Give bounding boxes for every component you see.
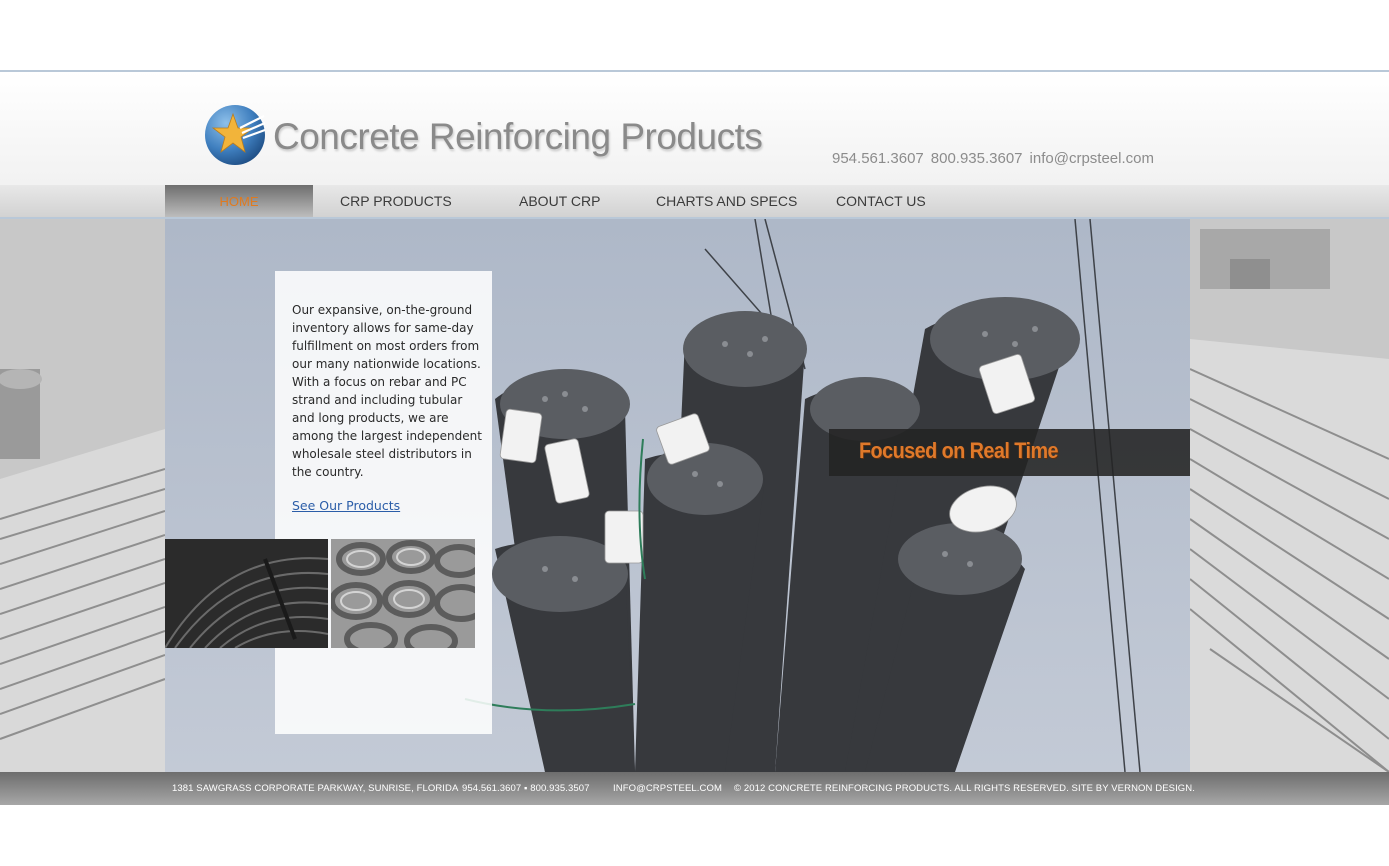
nav-charts-and-specs[interactable]: CHARTS AND SPECS: [656, 185, 797, 217]
nav-home[interactable]: HOME: [165, 185, 313, 217]
nav-contact-us[interactable]: CONTACT US: [836, 185, 926, 217]
header-email-link[interactable]: info@crpsteel.com: [1030, 150, 1154, 167]
intro-text: Our expansive, on-the-ground inventory a…: [292, 303, 482, 479]
footer-phones: 954.561.3607 ▪ 800.935.3507: [462, 783, 590, 794]
nav-about-crp[interactable]: ABOUT CRP: [519, 185, 600, 217]
site-footer: 1381 SAWGRASS CORPORATE PARKWAY, SUNRISE…: [0, 772, 1389, 805]
main-nav: HOME CRP PRODUCTS ABOUT CRP CHARTS AND S…: [0, 185, 1389, 219]
bottom-whitespace: [0, 805, 1389, 866]
header-phone-2: 800.935.3607: [930, 150, 1023, 167]
footer-address: 1381 SAWGRASS CORPORATE PARKWAY, SUNRISE…: [172, 783, 459, 794]
rebar-background-right-image: [1190, 219, 1389, 772]
nav-crp-products[interactable]: CRP PRODUCTS: [340, 185, 452, 217]
focus-banner: Focused on Real Time: [829, 429, 1190, 476]
brand-title: Concrete Reinforcing Products: [273, 116, 763, 157]
site-header: Concrete Reinforcing Products 954.561.36…: [0, 70, 1389, 185]
hero-stage: Our expansive, on-the-ground inventory a…: [0, 219, 1389, 772]
top-whitespace: [0, 0, 1389, 70]
see-our-products-link[interactable]: See Our Products: [292, 498, 400, 513]
intro-panel: Our expansive, on-the-ground inventory a…: [275, 271, 492, 734]
footer-copyright: © 2012 CONCRETE REINFORCING PRODUCTS. AL…: [734, 783, 1195, 794]
header-contact: 954.561.3607 800.935.3607 info@crpsteel.co…: [832, 150, 1161, 167]
pc-strand-coil-thumbnail[interactable]: [165, 539, 328, 648]
footer-email-link[interactable]: INFO@CRPSTEEL.COM: [613, 783, 722, 794]
header-phone-1: 954.561.3607: [832, 150, 924, 167]
rebar-background-left-image: [0, 219, 165, 772]
wire-coils-thumbnail[interactable]: [331, 539, 475, 648]
star-logo-icon[interactable]: [204, 104, 266, 166]
focus-banner-text: Focused on Real Time: [859, 438, 1059, 463]
